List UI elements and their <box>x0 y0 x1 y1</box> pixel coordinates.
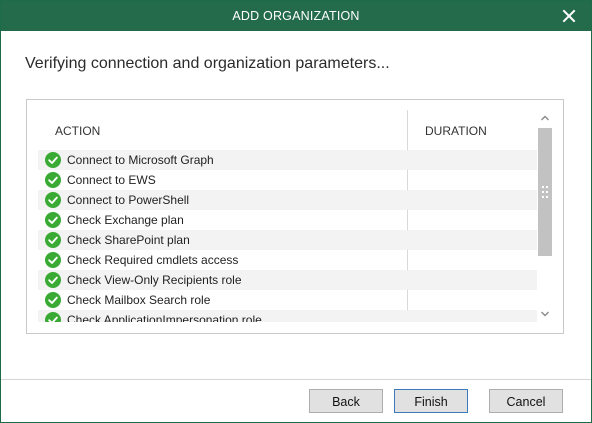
chevron-up-icon <box>541 115 549 121</box>
cancel-button[interactable]: Cancel <box>489 389 563 413</box>
dialog-title: ADD ORGANIZATION <box>232 9 360 23</box>
row-action: Connect to EWS <box>67 173 156 187</box>
column-header-action[interactable]: ACTION <box>55 124 100 138</box>
table-row[interactable]: Connect to EWS <box>38 170 537 190</box>
scroll-down-button[interactable] <box>537 306 553 322</box>
table-row[interactable]: Check View-Only Recipients role <box>38 270 537 290</box>
row-action: Connect to PowerShell <box>67 193 190 207</box>
actions-table: ACTION DURATION Connect to Microsoft Gra… <box>26 99 564 334</box>
row-action: Check View-Only Recipients role <box>67 273 242 287</box>
table-row[interactable]: Check Required cmdlets access <box>38 250 537 270</box>
check-circle-icon <box>45 272 61 288</box>
table-body: Connect to Microsoft Graph Connect to EW… <box>38 150 537 322</box>
table-row[interactable]: Check ApplicationImpersonation role <box>38 310 537 322</box>
table-row[interactable]: Connect to PowerShell <box>38 190 537 210</box>
row-action: Check SharePoint plan <box>67 233 190 247</box>
row-action: Check Mailbox Search role <box>67 293 211 307</box>
check-circle-icon <box>45 252 61 268</box>
table-row[interactable]: Connect to Microsoft Graph <box>38 150 537 170</box>
scroll-thumb[interactable] <box>538 128 552 256</box>
check-circle-icon <box>45 212 61 228</box>
add-organization-dialog: ADD ORGANIZATION Verifying connection an… <box>0 0 592 423</box>
check-circle-icon <box>45 192 61 208</box>
table-row[interactable]: Check SharePoint plan <box>38 230 537 250</box>
check-circle-icon <box>45 312 61 322</box>
table-row[interactable]: Check Mailbox Search role <box>38 290 537 310</box>
page-heading: Verifying connection and organization pa… <box>25 55 390 72</box>
close-icon <box>562 9 576 23</box>
finish-button[interactable]: Finish <box>394 389 468 413</box>
close-button[interactable] <box>561 8 577 24</box>
title-bar: ADD ORGANIZATION <box>1 1 591 31</box>
chevron-down-icon <box>541 311 549 317</box>
row-action: Check Exchange plan <box>67 213 184 227</box>
check-circle-icon <box>45 232 61 248</box>
table-row[interactable]: Check Exchange plan <box>38 210 537 230</box>
column-header-duration[interactable]: DURATION <box>425 124 487 138</box>
check-circle-icon <box>45 152 61 168</box>
row-action: Connect to Microsoft Graph <box>67 153 214 167</box>
back-button[interactable]: Back <box>309 389 383 413</box>
row-action: Check Required cmdlets access <box>67 253 239 267</box>
grip-icon <box>542 186 548 198</box>
check-circle-icon <box>45 292 61 308</box>
footer-divider <box>1 379 591 380</box>
scroll-up-button[interactable] <box>537 110 553 126</box>
vertical-scrollbar[interactable] <box>537 110 553 322</box>
check-circle-icon <box>45 172 61 188</box>
row-action: Check ApplicationImpersonation role <box>67 313 262 322</box>
